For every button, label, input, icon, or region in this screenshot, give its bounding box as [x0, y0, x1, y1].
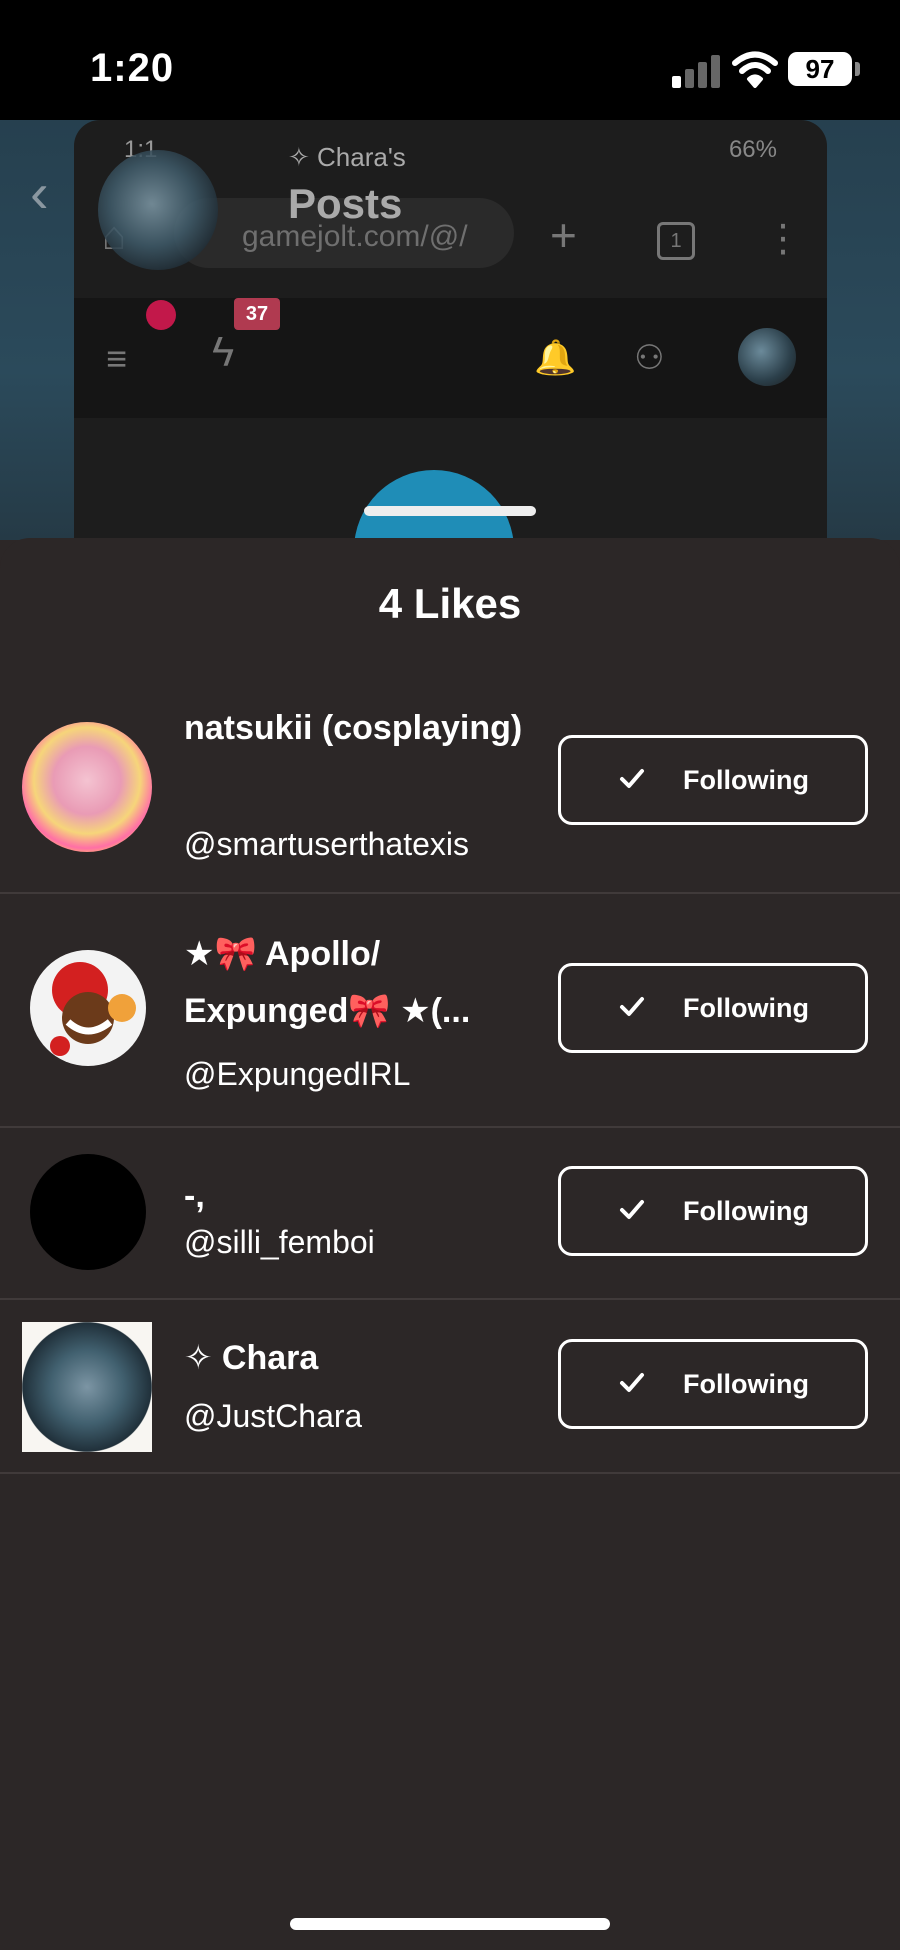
- user-handle[interactable]: @silli_femboi: [184, 1220, 375, 1264]
- likes-title: 4 Likes: [378, 580, 522, 627]
- following-button[interactable]: Following: [558, 735, 868, 825]
- battery-indicator: 97: [788, 52, 852, 86]
- following-button[interactable]: Following: [558, 963, 868, 1053]
- check-icon: [620, 997, 644, 1016]
- bell-icon: 🔔: [534, 339, 577, 377]
- user-handle[interactable]: @smartuserthatexis: [184, 822, 520, 866]
- screenshot-status-battery: 66%: [728, 136, 777, 163]
- background-screen: ‹ 1:1 66% gamejolt.com/@/ ⌂ + 1 ⋮ ✧ Char…: [0, 120, 900, 540]
- following-button-label: Following: [683, 765, 809, 795]
- post-author-avatar: [98, 150, 218, 270]
- menu-icon: ≡: [106, 338, 128, 379]
- following-button[interactable]: Following: [558, 1339, 868, 1429]
- avatar[interactable]: [22, 722, 152, 852]
- posts-owner: ✧ Chara's: [288, 142, 406, 172]
- red-dot: [146, 300, 176, 330]
- user-handle[interactable]: @ExpungedIRL: [184, 1052, 410, 1096]
- avatar-art: [50, 962, 136, 1056]
- user-display-name[interactable]: ✧ Chara: [184, 1330, 318, 1387]
- avatar[interactable]: [30, 950, 146, 1066]
- cellular-signal-icon: [672, 54, 722, 88]
- home-indicator[interactable]: [290, 1918, 610, 1930]
- screenshot-profile-circle: [354, 470, 514, 540]
- back-chevron-icon[interactable]: ‹: [30, 160, 49, 225]
- following-button-label: Following: [683, 993, 809, 1023]
- sheet-grabber[interactable]: [364, 506, 536, 516]
- check-icon: [620, 1200, 644, 1219]
- check-icon: [620, 769, 644, 788]
- wifi-icon: [732, 51, 778, 88]
- status-bar: 1:20 97: [0, 0, 900, 120]
- check-icon: [620, 1373, 644, 1392]
- avatar[interactable]: [30, 1154, 146, 1270]
- user-display-name[interactable]: -,: [184, 1168, 205, 1225]
- user-display-name[interactable]: natsukii (cosplaying): [184, 700, 524, 757]
- following-button-label: Following: [683, 1369, 809, 1399]
- screenshot-avatar: [738, 328, 796, 386]
- bolt-icon: ϟ: [212, 328, 235, 375]
- posts-title: Posts: [288, 180, 403, 227]
- notification-badge: 37: [234, 298, 280, 330]
- user-display-name[interactable]: ★🎀 Apollo/ Expunged🎀 ★(...: [184, 926, 524, 1040]
- more-vertical-icon: ⋮: [764, 218, 802, 260]
- friends-icon: ⚇: [634, 339, 665, 377]
- status-time: 1:20: [90, 46, 175, 90]
- screenshot-nav-bar: ≡ ϟ 37 🔔 ⚇: [74, 298, 827, 418]
- tabs-icon: 1: [657, 222, 695, 260]
- following-button[interactable]: Following: [558, 1166, 868, 1256]
- user-handle[interactable]: @JustChara: [184, 1394, 362, 1438]
- avatar[interactable]: [22, 1322, 152, 1452]
- following-button-label: Following: [683, 1196, 809, 1226]
- plus-icon: +: [550, 209, 577, 261]
- battery-nub: [855, 62, 860, 76]
